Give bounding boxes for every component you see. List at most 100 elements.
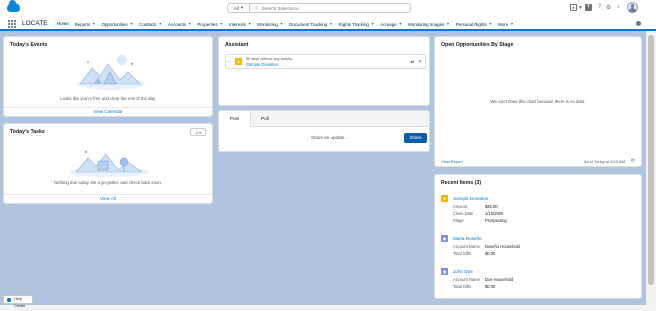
opportunity-icon: ♛ xyxy=(235,58,242,65)
setup-button[interactable]: ⚙ xyxy=(605,4,612,11)
nav-tab-more[interactable]: More ▼ xyxy=(495,17,516,31)
card-title: Open Opportunities By Stage xyxy=(441,42,514,48)
nav-tab-label: Rights Tracking xyxy=(338,21,369,27)
recent-item: ♛ Sample Donation Amount $25.00 Close Da… xyxy=(441,195,641,225)
todays-tasks-card: Today's Tasks ⊿ ▾ Nothing due today. Be … xyxy=(3,123,213,204)
insight-link[interactable]: Sample Donation xyxy=(246,62,278,67)
tasks-filter-button[interactable]: ⊿ ▾ xyxy=(190,128,206,136)
insight-actions: ⇄ ✕ xyxy=(410,59,422,65)
nav-tab-label: Monitoring Images xyxy=(408,21,445,27)
chevron-down-icon[interactable]: ▼ xyxy=(92,22,95,26)
nav-tab-acreage[interactable]: Acreage ▼ xyxy=(377,17,405,31)
global-header: All ▾ ⌕ ★ ▾ + ? ⚙ ♪ xyxy=(0,0,656,17)
nav-tab-label: Acreage xyxy=(380,21,397,27)
view-all-tasks-link[interactable]: View All xyxy=(4,194,212,203)
publisher-tabs: Post Poll xyxy=(219,111,429,127)
search-icon: ⌕ xyxy=(255,5,258,11)
field-value: Prospecting xyxy=(485,218,507,223)
recent-item-name[interactable]: Sample Donation xyxy=(453,196,488,201)
utility-label: Help Center xyxy=(14,297,26,308)
bell-icon: ♪ xyxy=(617,4,620,10)
nav-tab-label: Contacts xyxy=(139,21,157,27)
field-label: Close Date xyxy=(453,211,474,216)
chevron-down-icon[interactable]: ▼ xyxy=(280,22,283,26)
field-value: $0.00 xyxy=(485,284,496,289)
close-icon[interactable]: ✕ xyxy=(418,59,422,65)
chevron-down-icon[interactable]: ▼ xyxy=(130,22,133,26)
search-input[interactable] xyxy=(261,4,402,12)
nav-tab-monitoring-images[interactable]: Monitoring Images ▼ xyxy=(405,17,453,31)
search-scope-dropdown[interactable]: All ▾ xyxy=(228,4,250,12)
nav-tab-interests[interactable]: Interests ▼ xyxy=(226,17,254,31)
nav-tab-contacts[interactable]: Contacts ▼ xyxy=(136,17,165,31)
help-icon: ? xyxy=(597,4,602,10)
contact-icon: ▣ xyxy=(441,235,448,242)
view-report-link[interactable]: View Report xyxy=(441,159,463,164)
chevron-down-icon: ▾ xyxy=(199,129,202,135)
chevron-down-icon[interactable]: ▼ xyxy=(446,22,449,26)
chevron-down-icon[interactable]: ▼ xyxy=(399,22,402,26)
gear-icon: ⚙ xyxy=(605,5,612,11)
tab-post[interactable]: Post xyxy=(219,111,251,127)
chevron-down-icon[interactable]: ▼ xyxy=(220,22,223,26)
edit-nav-icon[interactable] xyxy=(636,21,641,26)
refresh-icon[interactable]: ⟳ xyxy=(631,158,635,164)
field-label: Amount xyxy=(453,204,468,209)
opportunity-icon: ♛ xyxy=(441,195,448,202)
nav-tab-personal-rights[interactable]: Personal Rights ▼ xyxy=(453,17,495,31)
nav-tab-properties[interactable]: Properties ▼ xyxy=(194,17,225,31)
contact-icon: ▣ xyxy=(441,268,448,275)
assistant-insight-item: › ♛ 90 days without any activity Sample … xyxy=(225,54,426,69)
app-launcher-icon[interactable] xyxy=(8,20,16,28)
chevron-down-icon[interactable]: ▼ xyxy=(371,22,374,26)
chevron-right-icon[interactable]: › xyxy=(228,59,229,64)
help-center-button[interactable]: Help Center xyxy=(3,295,33,308)
nav-tab-opportunities[interactable]: Opportunities ▼ xyxy=(99,17,137,31)
chevron-down-icon[interactable]: ▼ xyxy=(489,22,492,26)
nav-tab-accounts[interactable]: Accounts ▼ xyxy=(165,17,195,31)
page-scrollbar[interactable] xyxy=(646,31,656,305)
favorites-chevron-icon[interactable]: ▾ xyxy=(577,4,584,11)
nav-tab-label: Reports xyxy=(74,21,91,27)
view-calendar-link[interactable]: View Calendar xyxy=(4,107,212,116)
help-center-icon xyxy=(7,298,11,302)
utility-bar xyxy=(0,305,656,311)
field-value: Doe Household xyxy=(485,277,514,282)
insight-note: 90 days without any activity xyxy=(246,57,293,61)
nav-tabs: Home Reports ▼ Opportunities ▼ Contacts ▼ A… xyxy=(54,17,517,31)
as-of-timestamp: As of Today at 8:10 AM xyxy=(583,159,625,164)
global-search[interactable]: All ▾ ⌕ xyxy=(227,3,411,13)
star-icon[interactable]: ★ xyxy=(570,4,577,11)
recent-item: ▣ John Doe Account Name Doe Household To… xyxy=(441,268,641,292)
tab-poll[interactable]: Poll xyxy=(251,111,279,127)
salesforce-logo[interactable] xyxy=(7,0,20,12)
nav-tab-rights-tracking[interactable]: Rights Tracking ▼ xyxy=(336,17,378,31)
field-value: $25.00 xyxy=(485,204,498,209)
nav-tab-reports[interactable]: Reports ▼ xyxy=(72,17,99,31)
share-update-input[interactable]: Share an update... xyxy=(311,135,348,140)
help-button[interactable]: ? xyxy=(596,4,603,10)
card-title: Today's Tasks xyxy=(10,129,45,135)
nav-tab-label: Properties xyxy=(197,21,218,27)
field-value: $0.00 xyxy=(485,251,496,256)
chevron-down-icon[interactable]: ▼ xyxy=(158,22,161,26)
nav-tab-monitoring[interactable]: Monitoring ▼ xyxy=(254,17,286,31)
nav-tab-document-tracking[interactable]: Document Tracking ▼ xyxy=(286,17,335,31)
field-label: Stage xyxy=(453,218,464,223)
chevron-down-icon[interactable]: ▼ xyxy=(188,22,191,26)
nav-tab-home[interactable]: Home xyxy=(54,17,72,31)
chevron-down-icon[interactable]: ▼ xyxy=(248,22,251,26)
field-label: Account Name xyxy=(453,277,480,282)
global-actions-button[interactable]: + xyxy=(585,4,592,11)
user-avatar[interactable] xyxy=(627,2,638,13)
recent-item-name[interactable]: Maria Noseño xyxy=(453,236,482,241)
chevron-down-icon[interactable]: ▼ xyxy=(329,22,332,26)
recent-item-name[interactable]: John Doe xyxy=(453,269,473,274)
nav-tab-label: Home xyxy=(57,20,69,26)
notifications-button[interactable]: ♪ xyxy=(615,4,622,10)
card-title: Assistant xyxy=(225,42,249,48)
share-button[interactable]: Share xyxy=(404,133,427,143)
events-empty-text: Looks like you're free and clear the res… xyxy=(60,96,156,101)
scrollbar-thumb[interactable] xyxy=(648,35,654,285)
settings-sliders-icon[interactable]: ⇄ xyxy=(410,59,414,65)
